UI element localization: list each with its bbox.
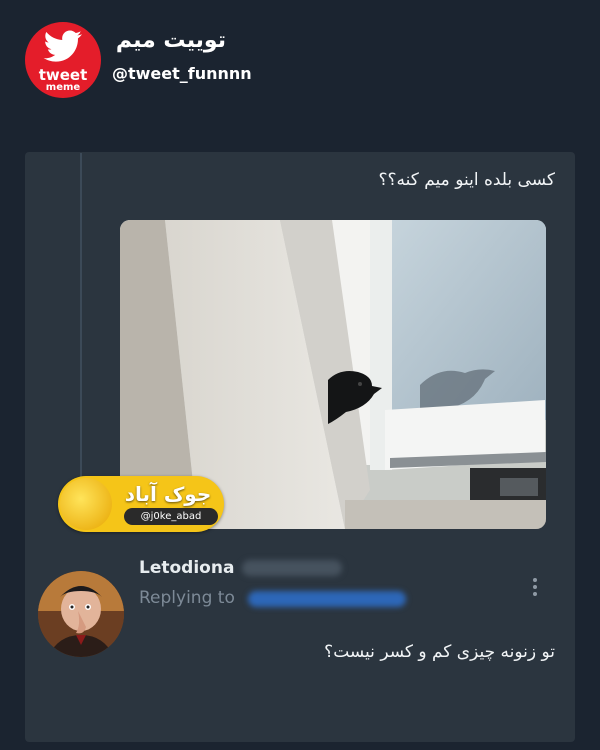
logo-sub: meme (45, 82, 81, 93)
watermark-handle: @j0ke_abad (124, 508, 218, 525)
reply-author-handle-blurred (242, 560, 342, 576)
replying-to-mention-blurred[interactable] (248, 591, 406, 607)
twitter-bird-icon (43, 30, 82, 62)
avatar-image (38, 571, 124, 657)
reply-author-name[interactable]: Letodiona (139, 558, 234, 578)
more-vertical-icon[interactable] (526, 575, 544, 605)
brand-title: توییت میم (115, 28, 226, 53)
brand-logo: tweet meme (25, 22, 101, 98)
replying-to-label: Replying to (139, 588, 235, 608)
watermark-title: جوک آباد (124, 482, 212, 506)
reply-avatar[interactable] (38, 571, 124, 657)
watermark-badge: جوک آباد @j0ke_abad (58, 476, 224, 532)
reply-text: تو زنونه چیزی کم و کسر نیست؟ (324, 642, 555, 662)
brand-handle[interactable]: @tweet_funnnn (112, 64, 252, 83)
emoji-laugh-icon (60, 478, 112, 530)
tweet-text: کسی بلده اینو میم کنه؟؟ (378, 170, 555, 190)
thread-line (80, 153, 82, 513)
